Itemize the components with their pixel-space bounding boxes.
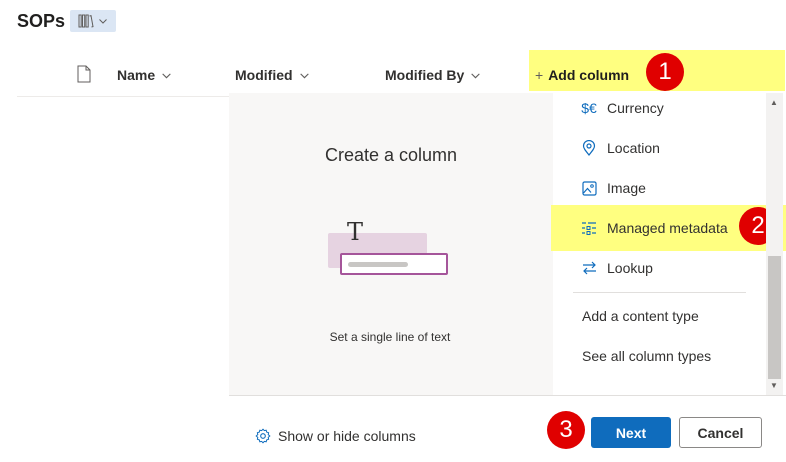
scroll-up-arrow-icon[interactable]: ▲ [770, 98, 778, 107]
chevron-down-icon [99, 19, 107, 24]
menu-item-location-label: Location [607, 140, 660, 156]
column-header-modified-label: Modified [235, 67, 293, 83]
menu-item-lookup[interactable]: Lookup [553, 248, 766, 288]
add-column-label: Add column [548, 67, 630, 83]
gear-icon [255, 428, 271, 444]
image-icon [581, 180, 597, 196]
text-cursor-icon: T [347, 218, 364, 246]
library-icon [78, 14, 94, 28]
menu-item-see-all-label: See all column types [582, 348, 712, 364]
currency-icon: $€ [581, 100, 597, 116]
step-badge-1: 1 [646, 53, 684, 91]
menu-item-see-all-column-types[interactable]: See all column types [553, 336, 766, 376]
file-type-icon [77, 65, 91, 83]
page-title: SOPs [17, 11, 66, 31]
chevron-down-icon [162, 72, 171, 78]
column-type-description: Set a single line of text [329, 330, 451, 344]
managed-metadata-icon [581, 220, 597, 236]
chevron-down-icon [471, 72, 481, 78]
column-header-name-label: Name [117, 67, 156, 83]
menu-item-currency[interactable]: $€ Currency [553, 88, 766, 128]
show-hide-columns-label: Show or hide columns [278, 428, 416, 444]
column-header-modified-by[interactable]: Modified By [385, 67, 481, 83]
menu-item-image-label: Image [607, 180, 646, 196]
column-header-modified[interactable]: Modified [235, 67, 310, 83]
menu-item-add-content-type[interactable]: Add a content type [553, 296, 766, 336]
create-column-heading: Create a column [324, 145, 458, 165]
menu-item-lookup-label: Lookup [607, 260, 653, 276]
menu-item-managed-metadata-label: Managed metadata [607, 220, 728, 236]
show-hide-columns-link[interactable]: Show or hide columns [255, 428, 416, 444]
scroll-down-arrow-icon[interactable]: ▼ [770, 381, 778, 390]
menu-item-location[interactable]: Location [553, 128, 766, 168]
column-header-modified-by-label: Modified By [385, 67, 465, 83]
menu-item-image[interactable]: Image [553, 168, 766, 208]
add-column-button[interactable]: + Add column [535, 67, 629, 83]
preview-textbox [340, 253, 448, 275]
preview-textbox-line [348, 262, 408, 267]
next-button[interactable]: Next [591, 417, 671, 448]
lookup-icon [581, 260, 597, 276]
menu-item-currency-label: Currency [607, 100, 664, 116]
step-badge-3: 3 [547, 411, 585, 449]
cancel-button[interactable]: Cancel [679, 417, 762, 448]
plus-icon: + [535, 67, 544, 83]
column-header-name[interactable]: Name [117, 67, 172, 83]
library-view-button[interactable] [70, 10, 116, 32]
footer-divider [229, 395, 786, 396]
chevron-down-icon [299, 72, 309, 78]
header-divider [17, 96, 229, 97]
location-icon [581, 140, 597, 156]
scrollbar-thumb[interactable] [768, 256, 781, 379]
menu-divider [573, 292, 746, 293]
menu-item-add-content-type-label: Add a content type [582, 308, 699, 324]
